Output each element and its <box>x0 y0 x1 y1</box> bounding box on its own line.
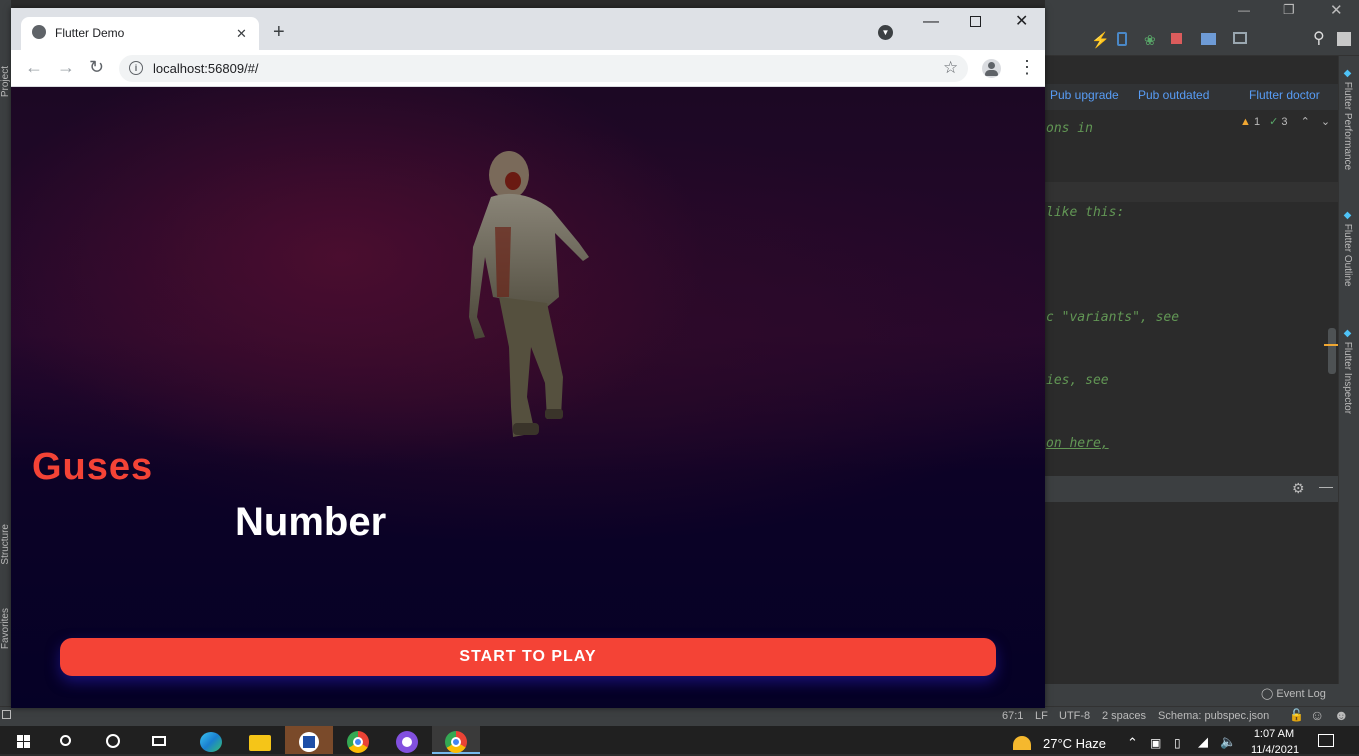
file-explorer-icon[interactable] <box>236 726 284 754</box>
close-window-icon[interactable]: ✕ <box>1015 14 1028 30</box>
tool-window-project[interactable]: Project <box>0 66 11 97</box>
chevron-up-icon[interactable]: ⌃ <box>1301 116 1310 128</box>
cursor-position[interactable]: 67:1 <box>1002 710 1023 722</box>
file-encoding[interactable]: UTF-8 <box>1059 710 1090 722</box>
code-line: like this: <box>1046 205 1125 220</box>
warning-icon: ▲ <box>1240 116 1251 128</box>
check-icon: ✓ <box>1269 116 1279 128</box>
tool-window-flutter-outline[interactable]: ◆ Flutter Outline <box>1342 210 1353 287</box>
volume-icon[interactable]: 🔈 <box>1220 734 1236 750</box>
wifi-icon[interactable]: ◢ <box>1198 734 1208 750</box>
tool-window-flutter-inspector[interactable]: ◆ Flutter Inspector <box>1342 328 1353 414</box>
flutter-doctor-link[interactable]: Flutter doctor <box>1249 88 1320 102</box>
inspector-icon[interactable]: ☻ <box>1334 707 1349 723</box>
flutter-icon: ◆ <box>1342 210 1353 221</box>
ide-avatar-icon[interactable] <box>1337 32 1351 46</box>
pub-upgrade-link[interactable]: Pub upgrade <box>1050 88 1119 102</box>
code-editor[interactable] <box>1045 110 1338 472</box>
chrome-icon[interactable] <box>334 726 382 754</box>
weather-text[interactable]: 27°C Haze <box>1043 736 1106 751</box>
back-icon[interactable]: ← <box>25 58 43 76</box>
tool-panel <box>1045 502 1338 682</box>
reload-icon[interactable]: ↻ <box>89 58 104 76</box>
maximize-icon[interactable] <box>970 16 981 27</box>
flutter-app-viewport: Guses Number START TO PLAY <box>11 87 1045 708</box>
cortana-icon[interactable] <box>89 726 137 754</box>
bookmark-star-icon[interactable]: ☆ <box>943 59 958 76</box>
close-tab-icon[interactable]: ✕ <box>236 26 247 42</box>
start-to-play-button[interactable]: START TO PLAY <box>60 638 996 676</box>
zombie-image <box>469 151 589 437</box>
globe-icon <box>32 25 46 39</box>
edge-icon[interactable] <box>188 726 236 754</box>
ide-status-bar: 67:1 LF UTF-8 2 spaces Schema: pubspec.j… <box>0 706 1359 726</box>
smiley-icon[interactable]: ☺ <box>1310 707 1324 723</box>
device-icon[interactable] <box>1117 32 1127 46</box>
profile-avatar-icon[interactable] <box>982 59 1001 78</box>
tab-search-icon[interactable]: ▼ <box>878 25 893 40</box>
word-app-icon[interactable] <box>285 726 333 754</box>
task-view-icon[interactable] <box>136 726 184 754</box>
indent-setting[interactable]: 2 spaces <box>1102 710 1146 722</box>
debug-icon[interactable]: ❀ <box>1144 32 1156 49</box>
gear-icon[interactable]: ⚙ <box>1292 480 1305 497</box>
tool-window-flutter-performance[interactable]: ◆ Flutter Performance <box>1342 68 1353 170</box>
editor-current-line <box>1045 182 1338 202</box>
warning-count: 1 <box>1253 116 1261 128</box>
event-log-button[interactable]: ◯ Event Log <box>1261 687 1326 700</box>
site-info-icon[interactable]: i <box>129 61 143 75</box>
kebab-menu-icon[interactable]: ⋮ <box>1018 58 1036 76</box>
game-title: Guses <box>32 446 154 488</box>
chevron-up-icon[interactable]: ⌃ <box>1127 735 1138 751</box>
code-line: c "variants", see <box>1046 310 1180 325</box>
flutter-icon: ◆ <box>1342 68 1353 79</box>
flutter-icon: ◆ <box>1342 328 1353 339</box>
editor-scrollbar[interactable] <box>1328 328 1336 374</box>
minimize-icon[interactable]: — <box>923 14 939 30</box>
clock-time[interactable]: 1:07 AM <box>1252 728 1296 740</box>
stop-icon[interactable] <box>1171 33 1182 44</box>
pub-outdated-link[interactable]: Pub outdated <box>1138 88 1209 102</box>
game-subtitle: Number <box>235 500 387 544</box>
code-line: ons in <box>1046 121 1093 136</box>
clock-date[interactable]: 11/4/2021 <box>1248 744 1302 756</box>
weather-icon[interactable] <box>1013 736 1031 750</box>
chrome-active-icon[interactable] <box>432 726 480 754</box>
line-separator[interactable]: LF <box>1035 710 1048 722</box>
new-tab-icon[interactable]: + <box>273 22 285 42</box>
ide-titlebar: — ❐ ✕ <box>1045 0 1359 24</box>
inspection-widget[interactable]: ▲ 1 ✓ 3 ⌃ ⌄ <box>1240 115 1330 128</box>
tool-panel-header: ⚙ — <box>1045 476 1338 502</box>
url-text[interactable]: localhost:56809/#/ <box>153 61 259 76</box>
ide-minimize-icon[interactable]: — <box>1238 3 1250 17</box>
layout-icon[interactable] <box>2 710 11 719</box>
forward-icon[interactable]: → <box>57 58 75 76</box>
start-button[interactable] <box>0 726 48 754</box>
tool-window-structure[interactable]: Structure <box>0 524 11 565</box>
code-line: ies, see <box>1046 373 1109 388</box>
ide-restore-icon[interactable]: ❐ <box>1283 2 1295 18</box>
search-icon[interactable] <box>42 726 90 754</box>
battery-icon[interactable]: ▯ <box>1174 736 1181 750</box>
ide-close-icon[interactable]: ✕ <box>1330 1 1343 19</box>
tool-window-favorites[interactable]: Favorites <box>0 608 11 649</box>
json-schema[interactable]: Schema: pubspec.json <box>1158 710 1269 722</box>
terminal-icon[interactable] <box>1233 32 1247 44</box>
check-count: 3 <box>1281 116 1288 128</box>
hot-reload-icon[interactable]: ⚡ <box>1091 31 1110 49</box>
tab-title: Flutter Demo <box>55 26 125 40</box>
hide-panel-icon[interactable]: — <box>1319 478 1333 494</box>
network-device-icon[interactable]: ▣ <box>1150 736 1161 750</box>
scrollbar-marker <box>1324 344 1338 346</box>
ide-toolbar: ⚡ ❀ ⚲ <box>1045 24 1359 56</box>
folder-icon[interactable] <box>1201 33 1216 45</box>
notifications-icon[interactable] <box>1318 734 1334 747</box>
code-line: on here, <box>1046 436 1109 451</box>
search-icon[interactable]: ⚲ <box>1313 28 1325 48</box>
chevron-down-icon[interactable]: ⌄ <box>1321 116 1330 128</box>
lock-icon[interactable]: 🔓 <box>1289 708 1304 722</box>
ide-bottom-tools: ◯ Event Log <box>1045 684 1359 706</box>
github-desktop-icon[interactable] <box>383 726 431 754</box>
